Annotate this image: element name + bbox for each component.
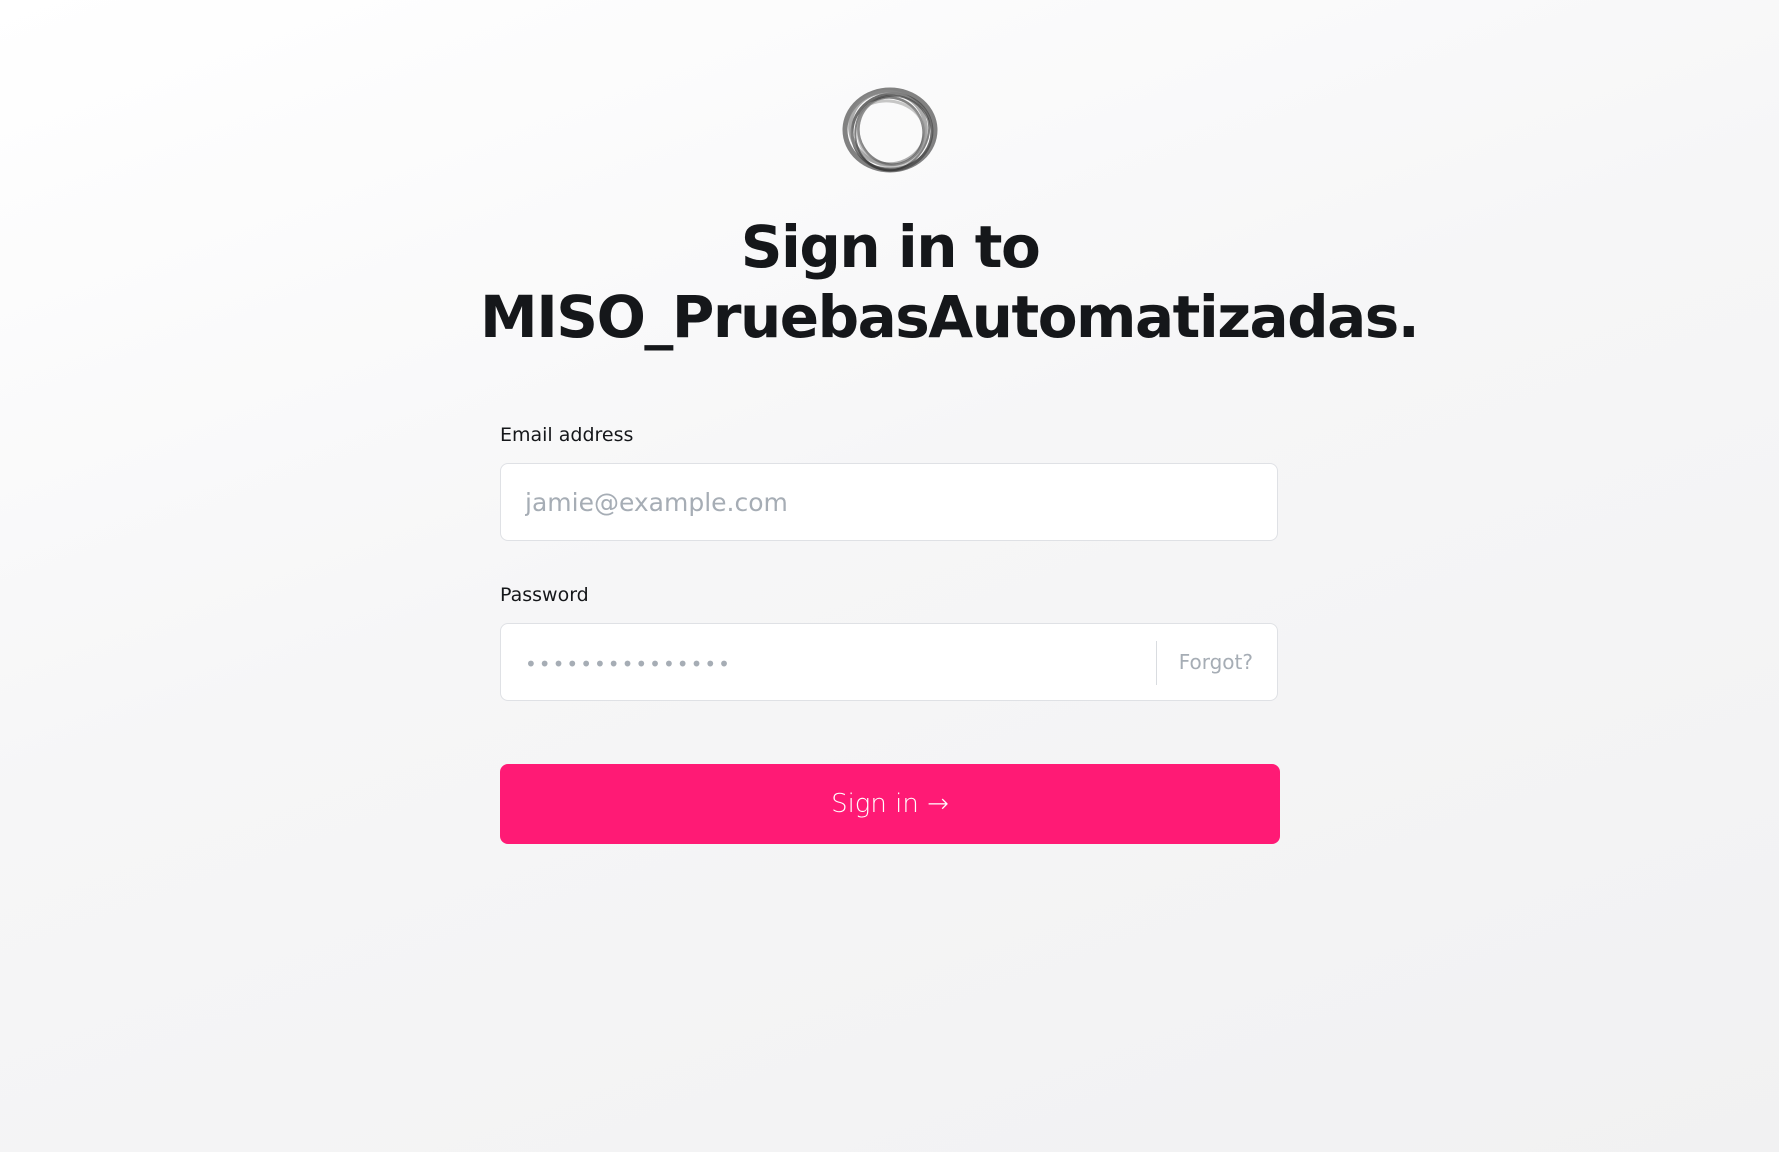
password-label: Password [500,584,589,606]
page-title-line-2: MISO_PruebasAutomatizadas. [480,283,1420,351]
password-field-container: Forgot? [500,623,1278,701]
password-input[interactable] [501,624,1151,700]
email-input[interactable] [501,464,1277,540]
forgot-password-link[interactable]: Forgot? [1179,624,1253,700]
ghost-ring-logo-icon [842,87,938,173]
page-title-line-1: Sign in to [740,213,1041,281]
email-field-container [500,463,1278,541]
email-label: Email address [500,424,634,446]
page-title: Sign in to MISO_PruebasAutomatizadas. [480,212,1420,352]
sign-in-button[interactable]: Sign in → [500,764,1280,844]
password-divider [1156,641,1157,685]
